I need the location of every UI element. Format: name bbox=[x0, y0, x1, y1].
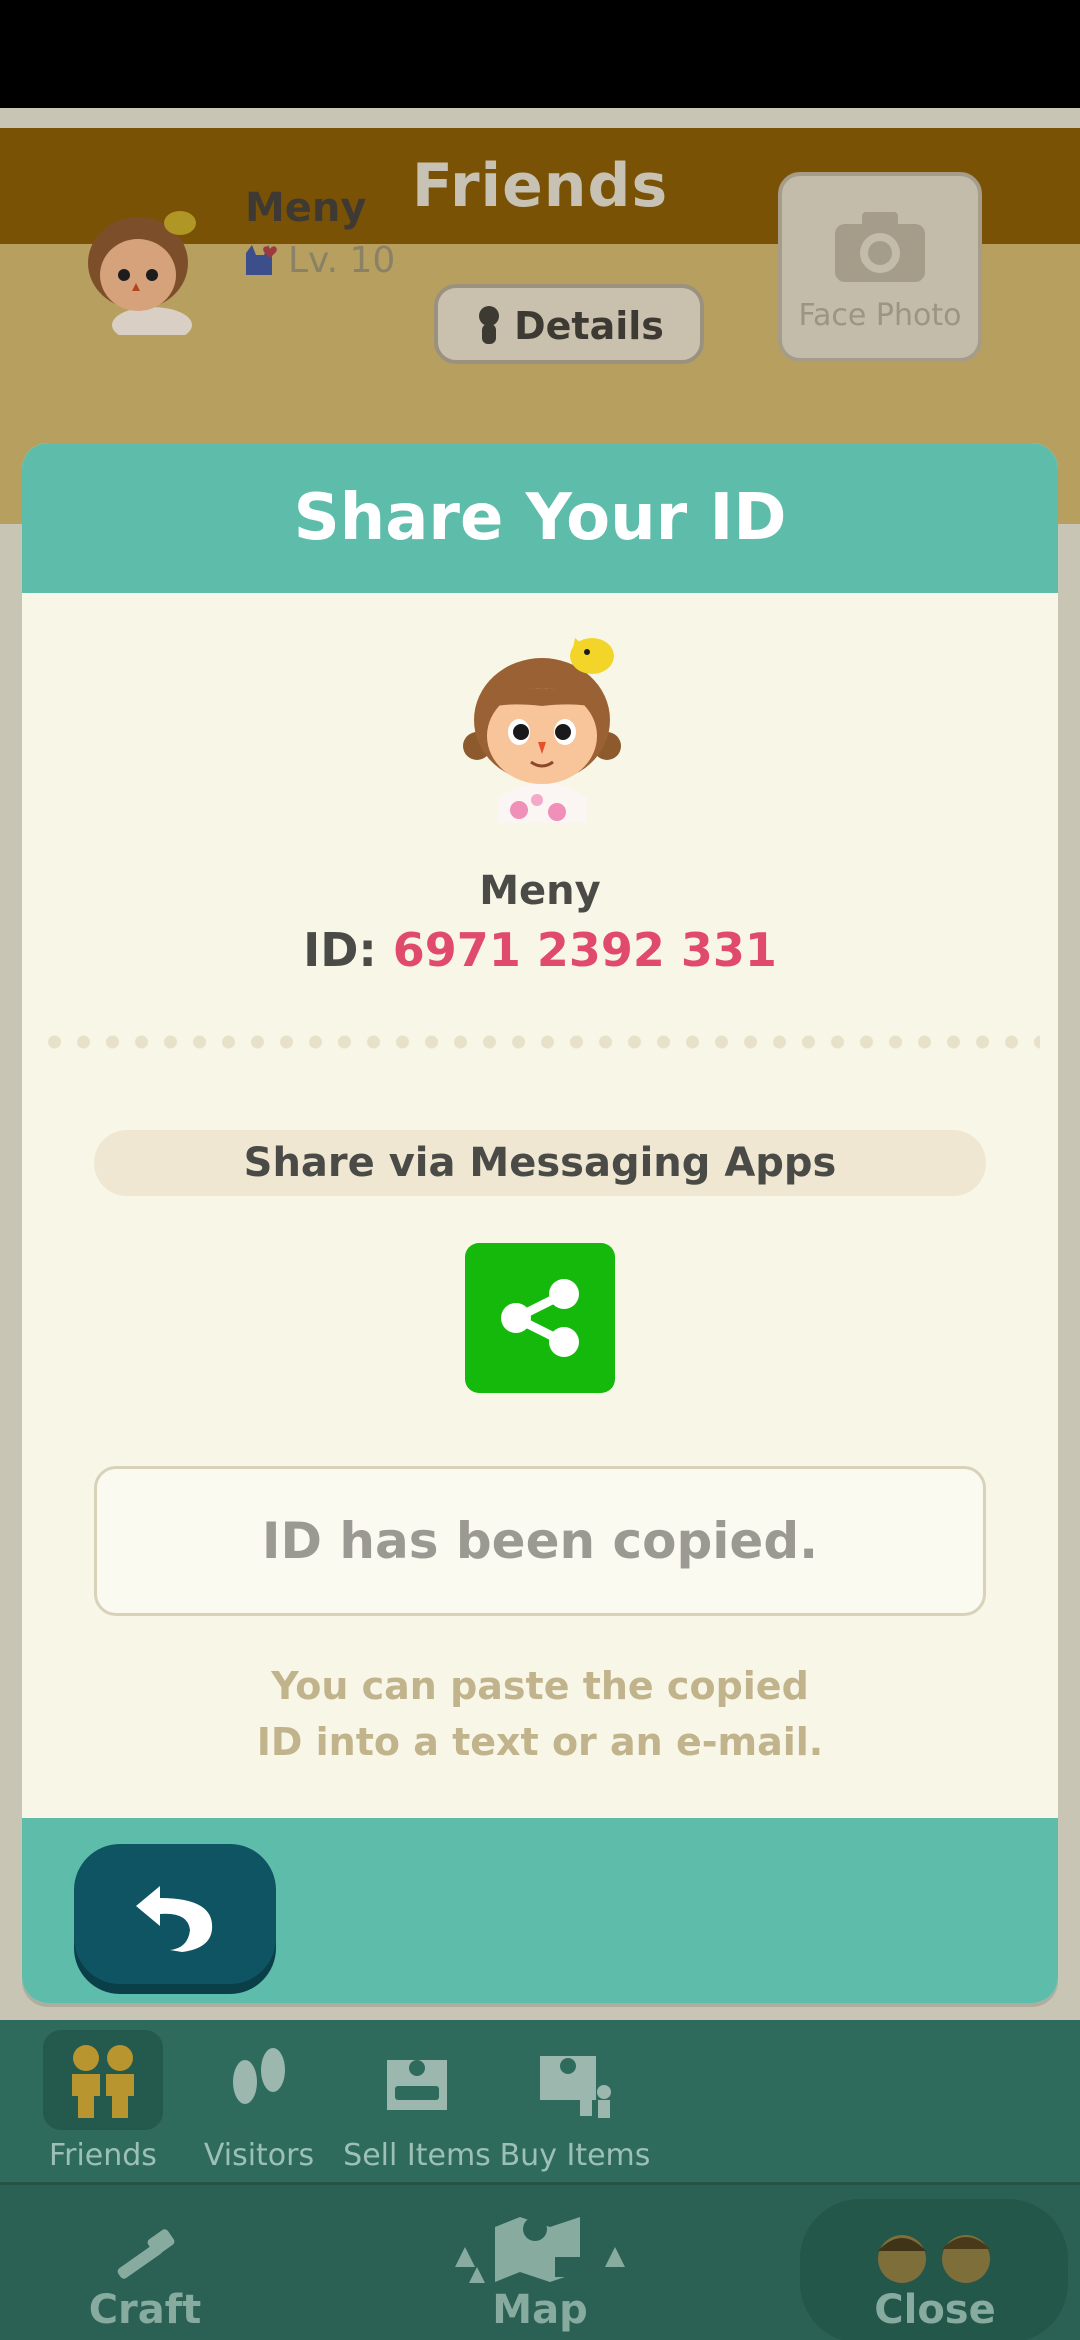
subnav-buy-items-label: Buy Items bbox=[499, 2138, 651, 2173]
buy-box-icon bbox=[540, 2056, 611, 2118]
mainnav-close[interactable]: Close bbox=[840, 2185, 1030, 2340]
paste-hint-line1: You can paste the copied bbox=[271, 1664, 809, 1708]
details-label: Details bbox=[514, 304, 664, 348]
status-bar bbox=[0, 0, 1080, 108]
mainnav-map[interactable]: Map bbox=[440, 2185, 640, 2340]
subnav-friends[interactable]: Friends bbox=[28, 2030, 178, 2173]
subnav-friends-label: Friends bbox=[49, 2138, 157, 2173]
footprints-icon bbox=[233, 2048, 285, 2104]
camera-icon bbox=[835, 212, 925, 282]
subnav-sell-items-label: Sell Items bbox=[343, 2138, 491, 2173]
copied-status-box: ID has been copied. bbox=[94, 1466, 986, 1616]
back-arrow-icon bbox=[136, 1886, 213, 1952]
map-icon bbox=[455, 2217, 625, 2283]
dialog-footer bbox=[22, 1818, 1058, 2003]
mainnav-close-label: Close bbox=[874, 2287, 996, 2333]
user-id-prefix: ID: bbox=[303, 923, 393, 977]
paste-hint-line2: ID into a text or an e-mail. bbox=[256, 1720, 824, 1764]
mainnav-craft-label: Craft bbox=[88, 2287, 202, 2333]
dotted-divider bbox=[40, 1033, 1040, 1051]
friends-tile bbox=[43, 2030, 163, 2130]
dialog-body: Meny ID: 6971 2392 331 Share via Messagi… bbox=[22, 593, 1058, 1818]
share-button[interactable] bbox=[465, 1243, 615, 1393]
friends-title: Friends bbox=[411, 151, 669, 221]
buy-items-tile bbox=[515, 2030, 635, 2130]
subnav-sell-items[interactable]: Sell Items bbox=[342, 2030, 492, 2173]
player-avatar bbox=[463, 638, 621, 823]
mainnav-craft[interactable]: Craft bbox=[88, 2185, 202, 2340]
player-avatar-small bbox=[88, 211, 196, 335]
subnav-visitors-label: Visitors bbox=[203, 2138, 315, 2173]
mainnav-map-label: Map bbox=[492, 2287, 588, 2333]
paste-hint: You can paste the copied ID into a text … bbox=[22, 1658, 1058, 1770]
share-icon bbox=[501, 1279, 579, 1357]
craft-hammer-icon bbox=[117, 2229, 175, 2279]
cat-heart-icon bbox=[246, 244, 277, 275]
share-label-text: Share via Messaging Apps bbox=[243, 1140, 837, 1186]
user-name: Meny bbox=[479, 868, 601, 914]
dialog-header: Share Your ID bbox=[22, 443, 1058, 593]
copied-status-text: ID has been copied. bbox=[261, 1512, 819, 1570]
sub-navigation: Friends Visitors Sell Items Buy Items bbox=[0, 2020, 1080, 2182]
profile-level: Lv. 10 bbox=[288, 240, 396, 281]
villagers-icon bbox=[878, 2235, 990, 2283]
user-id-value: 6971 2392 331 bbox=[392, 923, 777, 977]
sell-items-tile bbox=[357, 2030, 477, 2130]
subnav-visitors[interactable]: Visitors bbox=[184, 2030, 334, 2173]
person-icon bbox=[479, 306, 500, 344]
face-photo-label: Face Photo bbox=[798, 298, 962, 333]
profile-level-row: Lv. 10 bbox=[240, 240, 395, 281]
main-navigation: Craft Map Close bbox=[0, 2182, 1080, 2340]
sell-box-icon bbox=[387, 2060, 447, 2110]
share-id-dialog: Share Your ID Meny ID: 6971 2392 331 Sha… bbox=[22, 443, 1058, 2003]
friends-icon bbox=[72, 2045, 134, 2118]
user-id-line: ID: 6971 2392 331 bbox=[22, 923, 1058, 977]
back-button[interactable] bbox=[74, 1844, 276, 1984]
subnav-buy-items[interactable]: Buy Items bbox=[500, 2030, 650, 2173]
profile-name: Meny bbox=[245, 185, 367, 231]
details-button[interactable]: Details bbox=[434, 284, 704, 364]
share-section-label: Share via Messaging Apps bbox=[94, 1130, 986, 1196]
dialog-title: Share Your ID bbox=[293, 481, 787, 555]
visitors-tile bbox=[199, 2030, 319, 2130]
face-photo-button[interactable]: Face Photo bbox=[778, 172, 982, 362]
